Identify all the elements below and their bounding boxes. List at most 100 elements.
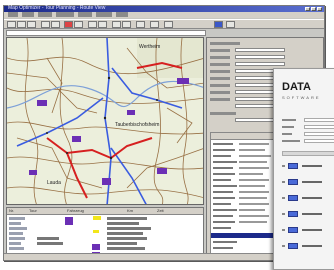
list-column-header[interactable]: Zeit — [157, 208, 164, 213]
table-row[interactable] — [213, 185, 237, 187]
screenshot-stage: Map Optimizer - Tour Planning - Route Vi… — [0, 0, 334, 270]
blue-row-icon[interactable] — [288, 179, 298, 185]
blue-row-icon[interactable] — [288, 163, 298, 169]
list-row[interactable] — [9, 232, 23, 235]
blue-row-icon[interactable] — [288, 243, 298, 249]
close-button[interactable] — [317, 7, 322, 11]
field-label — [210, 84, 230, 87]
blue-row-icon[interactable] — [288, 195, 298, 201]
toolbar-button-blue[interactable] — [214, 21, 223, 28]
table-row[interactable] — [213, 179, 231, 181]
toolbar-button[interactable] — [226, 21, 235, 28]
row-text — [302, 181, 322, 183]
list-row[interactable] — [9, 237, 25, 240]
toolbar-button[interactable] — [7, 21, 16, 28]
list-cell — [107, 242, 137, 245]
yellow-highlight — [93, 216, 101, 220]
detail-field[interactable] — [235, 55, 285, 59]
table-cell — [239, 209, 265, 211]
menu-item-4[interactable] — [56, 12, 74, 17]
table-row[interactable] — [213, 209, 237, 211]
menu-item-7[interactable] — [116, 12, 128, 17]
toolbar-button[interactable] — [150, 21, 159, 28]
toolbar-button[interactable] — [164, 21, 173, 28]
table-row[interactable] — [213, 143, 233, 145]
dialog-field[interactable] — [304, 139, 334, 143]
list-column-header[interactable]: Fahrzeug — [67, 208, 84, 213]
toolbar-button[interactable] — [17, 21, 26, 28]
list-column-header[interactable]: Km — [127, 208, 133, 213]
toolbar-button[interactable] — [136, 21, 145, 28]
row-number — [282, 197, 285, 199]
table-row[interactable] — [213, 161, 237, 163]
yellow-highlight — [93, 230, 99, 233]
row-text — [302, 197, 322, 199]
toolbar-button[interactable] — [98, 21, 107, 28]
table-cell — [239, 167, 269, 169]
toolbar-button[interactable] — [88, 21, 97, 28]
purple-marker — [65, 217, 73, 225]
dialog-label — [282, 140, 300, 142]
row-text — [302, 229, 322, 231]
menu-item-6[interactable] — [96, 12, 112, 17]
field-label — [210, 49, 230, 52]
toolbar-button[interactable] — [27, 21, 36, 28]
table-row[interactable] — [213, 203, 231, 205]
table-row[interactable] — [213, 197, 235, 199]
list-row[interactable] — [9, 222, 21, 225]
list-row[interactable] — [9, 217, 25, 220]
list-cell — [107, 232, 143, 235]
toolbar-button[interactable] — [51, 21, 60, 28]
blue-row-icon[interactable] — [288, 227, 298, 233]
menu-item-3[interactable] — [38, 12, 52, 17]
list-row[interactable] — [9, 242, 21, 245]
table-cell — [239, 185, 265, 187]
company-logo-subtitle: SOFTWARE — [282, 95, 321, 100]
address-field[interactable] — [6, 30, 206, 36]
table-row[interactable] — [213, 221, 235, 223]
detail-field[interactable] — [235, 62, 285, 66]
map-view[interactable]: Wertheim Tauberbischofsheim Lauda — [6, 37, 204, 205]
company-info-dialog[interactable]: DATA SOFTWARE — [273, 68, 334, 270]
table-row[interactable] — [213, 173, 235, 175]
toolbar-button[interactable] — [112, 21, 121, 28]
map-canvas[interactable] — [7, 38, 204, 205]
maximize-button[interactable] — [311, 7, 316, 11]
table-cell — [239, 221, 267, 223]
table-row[interactable] — [213, 227, 231, 229]
map-place-label: Wertheim — [139, 44, 161, 50]
toolbar-button[interactable] — [41, 21, 50, 28]
dialog-label — [282, 126, 294, 128]
menu-item-5[interactable] — [78, 12, 92, 17]
table-row[interactable] — [213, 155, 231, 157]
table-cell — [239, 155, 271, 157]
dialog-field[interactable] — [304, 125, 334, 129]
table-row[interactable] — [213, 191, 233, 193]
table-row[interactable] — [213, 167, 233, 169]
blue-row-icon[interactable] — [288, 211, 298, 217]
list-header: Nr. Tour Fahrzeug Km Zeit — [7, 208, 203, 215]
table-row[interactable] — [213, 241, 237, 243]
list-row[interactable] — [9, 227, 27, 230]
dialog-field[interactable] — [304, 132, 334, 136]
tour-list-pane[interactable]: Nr. Tour Fahrzeug Km Zeit — [6, 207, 204, 259]
list-row[interactable] — [9, 247, 24, 250]
field-label — [210, 70, 230, 73]
list-column-header[interactable]: Nr. — [9, 208, 14, 213]
map-place-label: Tauberbischofsheim — [115, 122, 160, 128]
detail-field[interactable] — [235, 48, 285, 52]
table-cell — [239, 197, 267, 199]
table-row[interactable] — [213, 247, 233, 249]
minimize-button[interactable] — [305, 7, 310, 11]
table-row[interactable] — [213, 149, 235, 151]
table-row[interactable] — [213, 215, 233, 217]
purple-marker — [92, 244, 100, 250]
toolbar-button[interactable] — [74, 21, 83, 28]
dialog-field[interactable] — [304, 118, 334, 122]
toolbar-button[interactable] — [122, 21, 131, 28]
menu-item-2[interactable] — [22, 12, 34, 17]
list-column-header[interactable]: Tour — [29, 208, 37, 213]
toolbar-button-red[interactable] — [64, 21, 73, 28]
field-label — [210, 56, 230, 59]
menu-item-1[interactable] — [8, 12, 18, 17]
